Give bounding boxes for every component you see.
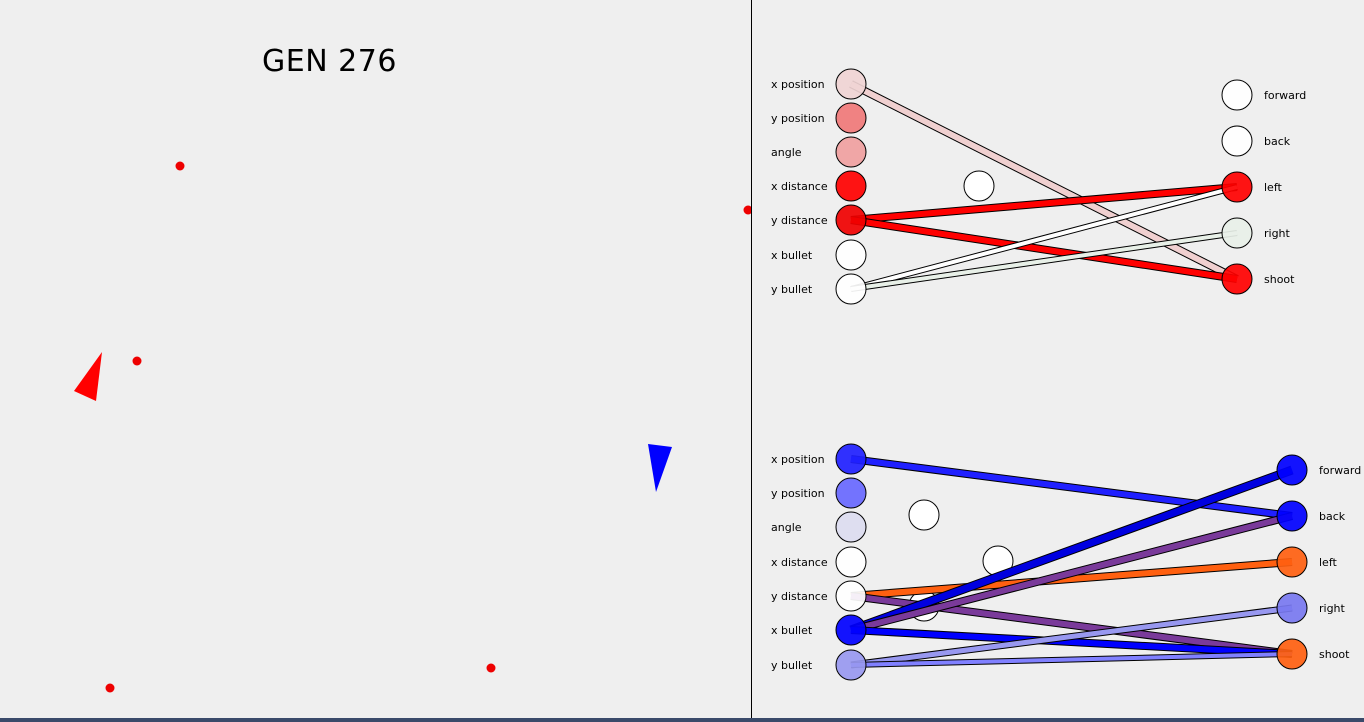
input-label: y bullet: [771, 283, 813, 296]
input-label: x bullet: [771, 624, 813, 637]
output-node: [1276, 546, 1308, 578]
connection: [850, 559, 1293, 599]
output-label: left: [1319, 556, 1338, 569]
output-label: back: [1319, 510, 1346, 523]
input-label: y distance: [771, 214, 828, 227]
input-node: [835, 546, 867, 578]
input-label: y bullet: [771, 659, 813, 672]
input-label: y position: [771, 112, 825, 125]
input-node: [835, 511, 867, 543]
input-label: y position: [771, 487, 825, 500]
output-label: forward: [1264, 89, 1306, 102]
input-label: y distance: [771, 590, 828, 603]
output-node: [1221, 217, 1253, 249]
input-node: [835, 443, 867, 475]
input-label: x distance: [771, 556, 828, 569]
input-label: x bullet: [771, 249, 813, 262]
input-node: [835, 477, 867, 509]
input-node: [835, 170, 867, 202]
input-node: [835, 239, 867, 271]
input-node: [835, 273, 867, 305]
input-node: [835, 68, 867, 100]
connection: [850, 231, 1238, 291]
network-blue: x position y position angle x distance y dis…: [771, 443, 1361, 681]
output-node: [1276, 454, 1308, 486]
input-node: [835, 136, 867, 168]
output-label: forward: [1319, 464, 1361, 477]
input-label: x position: [771, 453, 825, 466]
output-label: back: [1264, 135, 1291, 148]
output-label: left: [1264, 181, 1283, 194]
input-node: [835, 580, 867, 612]
output-label: shoot: [1264, 273, 1295, 286]
input-label: angle: [771, 521, 802, 534]
input-node: [835, 102, 867, 134]
network-red: x position y position angle x distance y dis…: [771, 68, 1306, 305]
input-node: [835, 614, 867, 646]
game-window: GEN 276 x position y position angle x dista…: [0, 0, 1364, 722]
input-node: [835, 204, 867, 236]
output-node: [1221, 171, 1253, 203]
input-label: x position: [771, 78, 825, 91]
hidden-node: [908, 499, 940, 531]
output-node: [1276, 592, 1308, 624]
input-node: [835, 649, 867, 681]
connection: [850, 513, 1293, 633]
output-node: [1221, 79, 1253, 111]
output-node: [1276, 638, 1308, 670]
output-node: [1221, 263, 1253, 295]
output-node: [1221, 125, 1253, 157]
output-label: right: [1264, 227, 1291, 240]
connection: [849, 466, 1294, 634]
bottom-strip: [0, 718, 1364, 722]
neural-network-panel: x position y position angle x distance y dis…: [771, 68, 1361, 681]
hidden-node: [963, 170, 995, 202]
output-node: [1276, 500, 1308, 532]
input-label: x distance: [771, 180, 828, 193]
output-label: shoot: [1319, 648, 1350, 661]
output-label: right: [1319, 602, 1346, 615]
input-label: angle: [771, 146, 802, 159]
